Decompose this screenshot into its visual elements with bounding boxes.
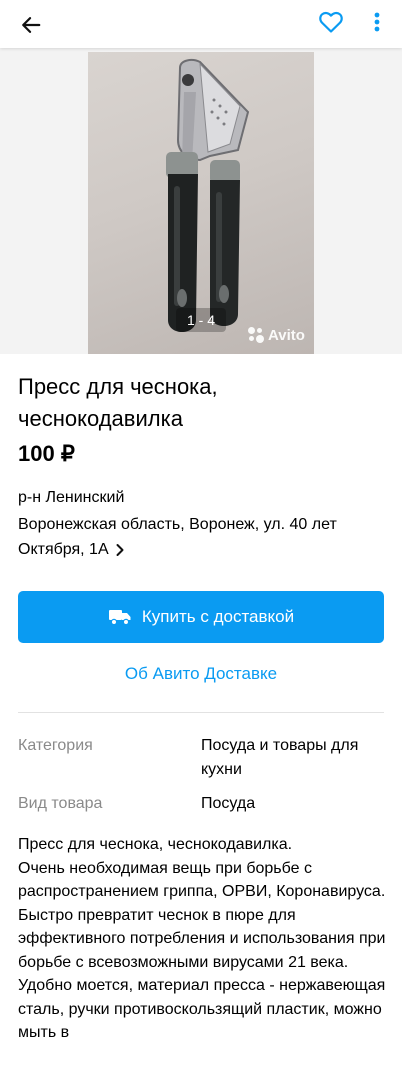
listing-district: р-н Ленинский (18, 489, 125, 506)
buy-with-delivery-button[interactable]: Купить с доставкой (18, 591, 384, 643)
more-vert-icon (374, 12, 380, 32)
photo-counter: 1 - 4 (176, 308, 226, 332)
param-label-item-type: Вид товара (18, 795, 103, 812)
avito-watermark: Avito (247, 325, 305, 345)
favorite-button[interactable] (314, 5, 348, 39)
address-text: Воронежская область, Воронеж, ул. 40 лет… (18, 516, 337, 558)
truck-icon (108, 610, 131, 626)
param-value-category: Посуда и товары для кухни (201, 737, 359, 778)
arrow-left-icon (22, 17, 41, 33)
chevron-right-icon (116, 543, 124, 556)
listing-title: Пресс для чеснока, чеснокодавилка (18, 374, 218, 431)
listing-address[interactable]: Воронежская область, Воронеж, ул. 40 лет… (18, 512, 388, 562)
avito-watermark-text: Avito (268, 326, 305, 344)
avito-logo-icon (247, 326, 265, 344)
section-divider (18, 712, 384, 713)
listing-description: Пресс для чеснока, чеснокодавилка. Очень… (18, 836, 386, 1041)
back-button[interactable] (14, 8, 48, 42)
heart-outline-icon (319, 11, 343, 33)
param-label-category: Категория (18, 737, 93, 754)
top-app-bar (0, 0, 402, 48)
param-value-item-type: Посуда (201, 795, 256, 812)
photo-gallery[interactable]: 1 - 4 Avito (0, 48, 402, 354)
more-options-button[interactable] (364, 5, 390, 39)
listing-price: 100 ₽ (18, 441, 75, 466)
about-delivery-link[interactable]: Об Авито Доставке (0, 662, 402, 686)
buy-button-label: Купить с доставкой (141, 607, 295, 626)
